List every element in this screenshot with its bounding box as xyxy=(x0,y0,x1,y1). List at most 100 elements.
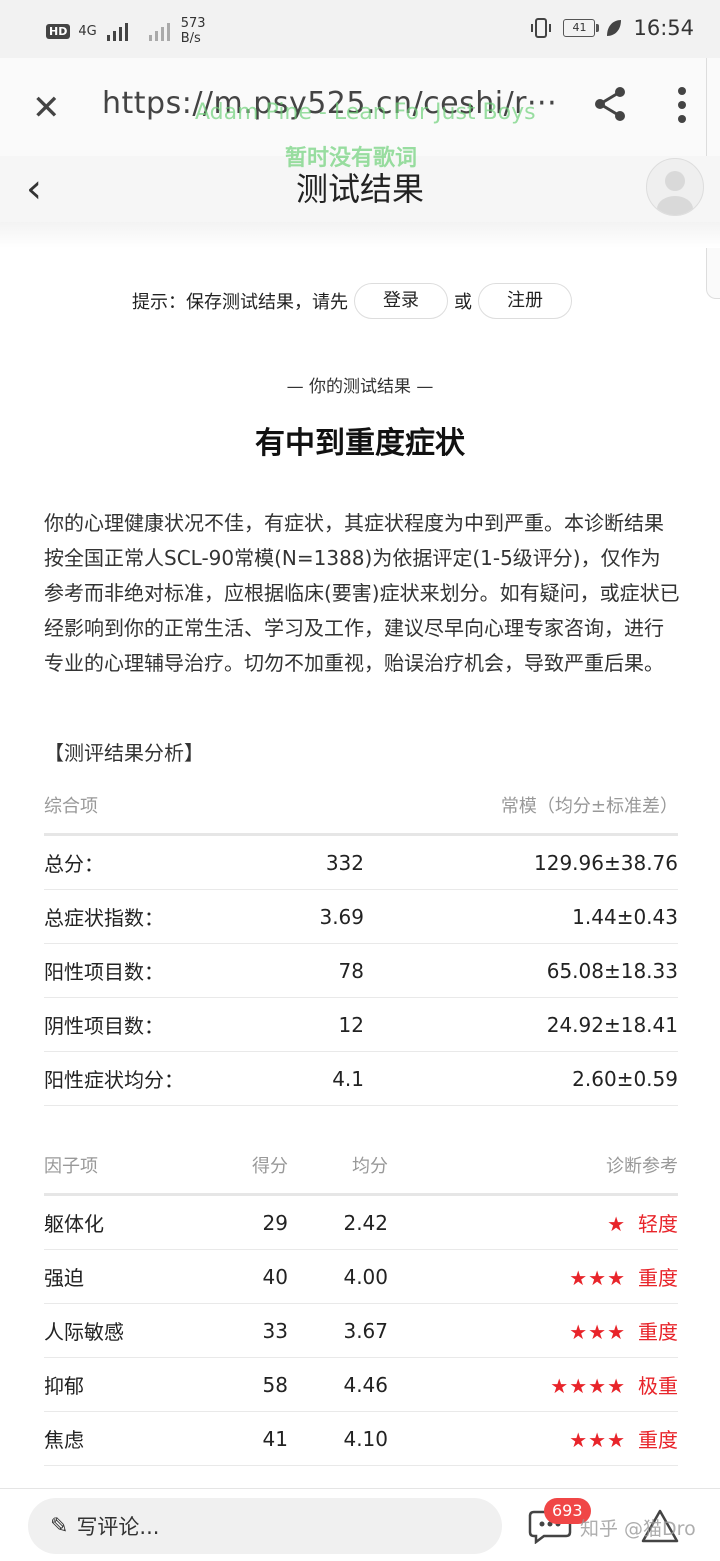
share-icon[interactable] xyxy=(590,84,630,124)
comment-input[interactable]: ✎ 写评论... xyxy=(28,1498,502,1554)
row-label: 总分： xyxy=(44,852,104,876)
analysis-label: 【测评结果分析】 xyxy=(44,741,204,765)
star-icon: ★★★ xyxy=(569,1266,626,1290)
header-score: 得分 xyxy=(252,1155,288,1177)
row-value: 12 xyxy=(338,1012,364,1037)
status-left: HD 4G 573 B/s xyxy=(46,16,221,46)
or-text: 或 xyxy=(454,292,472,313)
summary-header: 综合项 常模（均分±标准差） xyxy=(44,776,678,836)
factor-diagnosis: ★★★ 重度 xyxy=(388,1424,678,1453)
more-menu-icon[interactable] xyxy=(672,84,692,126)
avatar[interactable] xyxy=(646,158,704,216)
star-icon: ★ xyxy=(607,1212,626,1236)
table-row: 抑郁 58 4.46 ★★★★ 极重 xyxy=(44,1358,678,1412)
row-label: 阳性项目数： xyxy=(44,960,164,984)
row-value: 332 xyxy=(325,850,364,875)
signal-icon xyxy=(106,23,128,41)
register-button[interactable]: 注册 xyxy=(478,283,572,319)
music-watermark: Adam Pine - Lean For Just Boys xyxy=(195,100,536,125)
header-factor: 因子项 xyxy=(44,1155,98,1177)
table-row: 总分： 332 129.96±38.76 xyxy=(44,836,678,890)
factor-diagnosis: ★★★ 重度 xyxy=(388,1262,678,1291)
leaf-icon xyxy=(607,20,622,36)
table-row: 阴性项目数： 12 24.92±18.41 xyxy=(44,998,678,1052)
row-norm: 65.08±18.33 xyxy=(546,958,678,983)
factor-name: 焦虑 xyxy=(44,1428,84,1452)
factor-diagnosis: ★★★★ 极重 xyxy=(388,1370,678,1399)
comment-placeholder: 写评论... xyxy=(76,1515,160,1539)
severity-level: 极重 xyxy=(638,1374,678,1398)
row-norm: 1.44±0.43 xyxy=(572,904,678,929)
factor-score: 58 xyxy=(262,1372,288,1397)
table-row: 阳性症状均分： 4.1 2.60±0.59 xyxy=(44,1052,678,1106)
severity-level: 轻度 xyxy=(638,1212,678,1236)
summary-table: 综合项 常模（均分±标准差） 总分： 332 129.96±38.76 总症状指… xyxy=(44,776,678,1106)
star-icon: ★★★ xyxy=(569,1428,626,1452)
star-icon: ★★★★ xyxy=(550,1374,626,1398)
row-norm: 129.96±38.76 xyxy=(534,850,678,875)
row-value: 3.69 xyxy=(319,904,364,929)
lyrics-watermark: 暂时没有歌词 xyxy=(285,146,418,171)
net-speed-unit: B/s xyxy=(180,31,201,46)
table-row: 强迫 40 4.00 ★★★ 重度 xyxy=(44,1250,678,1304)
factor-name: 躯体化 xyxy=(44,1212,104,1236)
vibrate-icon xyxy=(531,18,552,38)
severity-level: 重度 xyxy=(638,1266,678,1290)
table-row: 躯体化 29 2.42 ★ 轻度 xyxy=(44,1196,678,1250)
header-diagnosis: 诊断参考 xyxy=(606,1155,678,1177)
factor-diagnosis: ★ 轻度 xyxy=(388,1208,678,1237)
result-subhead: — 你的测试结果 — xyxy=(286,377,434,397)
factor-avg: 4.46 xyxy=(343,1372,388,1397)
factor-avg: 2.42 xyxy=(343,1210,388,1235)
factor-score: 40 xyxy=(262,1264,288,1289)
table-row: 阳性项目数： 78 65.08±18.33 xyxy=(44,944,678,998)
pen-icon: ✎ xyxy=(50,1513,69,1539)
table-row: 人际敏感 33 3.67 ★★★ 重度 xyxy=(44,1304,678,1358)
hint-text: 提示：保存测试结果，请先 xyxy=(132,292,348,313)
table-row: 焦虑 41 4.10 ★★★ 重度 xyxy=(44,1412,678,1466)
factor-diagnosis: ★★★ 重度 xyxy=(388,1316,678,1345)
row-value: 4.1 xyxy=(332,1066,364,1091)
row-norm: 2.60±0.59 xyxy=(572,1066,678,1091)
factor-name: 强迫 xyxy=(44,1266,84,1290)
severity-level: 重度 xyxy=(638,1428,678,1452)
result-description: 你的心理健康状况不佳，有症状，其症状程度为中到严重。本诊断结果按全国正常人SCL… xyxy=(44,511,680,675)
net-speed-value: 573 xyxy=(180,16,206,31)
hd-indicator: HD xyxy=(46,23,71,39)
severity-level: 重度 xyxy=(638,1320,678,1344)
row-norm: 24.92±18.41 xyxy=(546,1012,678,1037)
status-bar: HD 4G 573 B/s 41 16:54 xyxy=(0,0,720,58)
table-row: 总症状指数： 3.69 1.44±0.43 xyxy=(44,890,678,944)
header-shadow xyxy=(0,222,720,248)
battery-icon: 41 xyxy=(563,19,600,37)
factor-score: 33 xyxy=(262,1318,288,1343)
signal-2-icon xyxy=(148,23,170,41)
factor-score: 29 xyxy=(262,1210,288,1235)
factor-avg: 4.10 xyxy=(343,1426,388,1451)
row-label: 阳性症状均分： xyxy=(44,1068,184,1092)
factor-score: 41 xyxy=(262,1426,288,1451)
status-right: 41 16:54 xyxy=(529,16,694,40)
save-hint: 提示：保存测试结果，请先 登录 或 注册 xyxy=(132,282,578,320)
factor-avg: 3.67 xyxy=(343,1318,388,1343)
login-button[interactable]: 登录 xyxy=(354,283,448,319)
row-label: 总症状指数： xyxy=(44,906,164,930)
header-item: 综合项 xyxy=(44,795,98,817)
header-norm: 常模（均分±标准差） xyxy=(500,795,678,817)
factor-name: 人际敏感 xyxy=(44,1320,124,1344)
result-headline: 有中到重度症状 xyxy=(255,426,465,461)
net-speed: 573 B/s xyxy=(181,16,221,46)
row-label: 阴性项目数： xyxy=(44,1014,164,1038)
star-icon: ★★★ xyxy=(569,1320,626,1344)
factor-avg: 4.00 xyxy=(343,1264,388,1289)
row-value: 78 xyxy=(338,958,364,983)
factor-name: 抑郁 xyxy=(44,1374,84,1398)
clock: 16:54 xyxy=(633,16,694,40)
user-icon xyxy=(657,171,693,215)
zhihu-watermark: 知乎 @猫Dro xyxy=(580,1518,696,1540)
factor-header: 因子项 得分 均分 诊断参考 xyxy=(44,1136,678,1196)
close-icon[interactable]: ✕ xyxy=(32,88,61,128)
factor-table: 因子项 得分 均分 诊断参考 躯体化 29 2.42 ★ 轻度 强迫 40 4.0… xyxy=(44,1136,678,1466)
network-type: 4G xyxy=(78,23,97,39)
header-avg: 均分 xyxy=(352,1155,388,1177)
